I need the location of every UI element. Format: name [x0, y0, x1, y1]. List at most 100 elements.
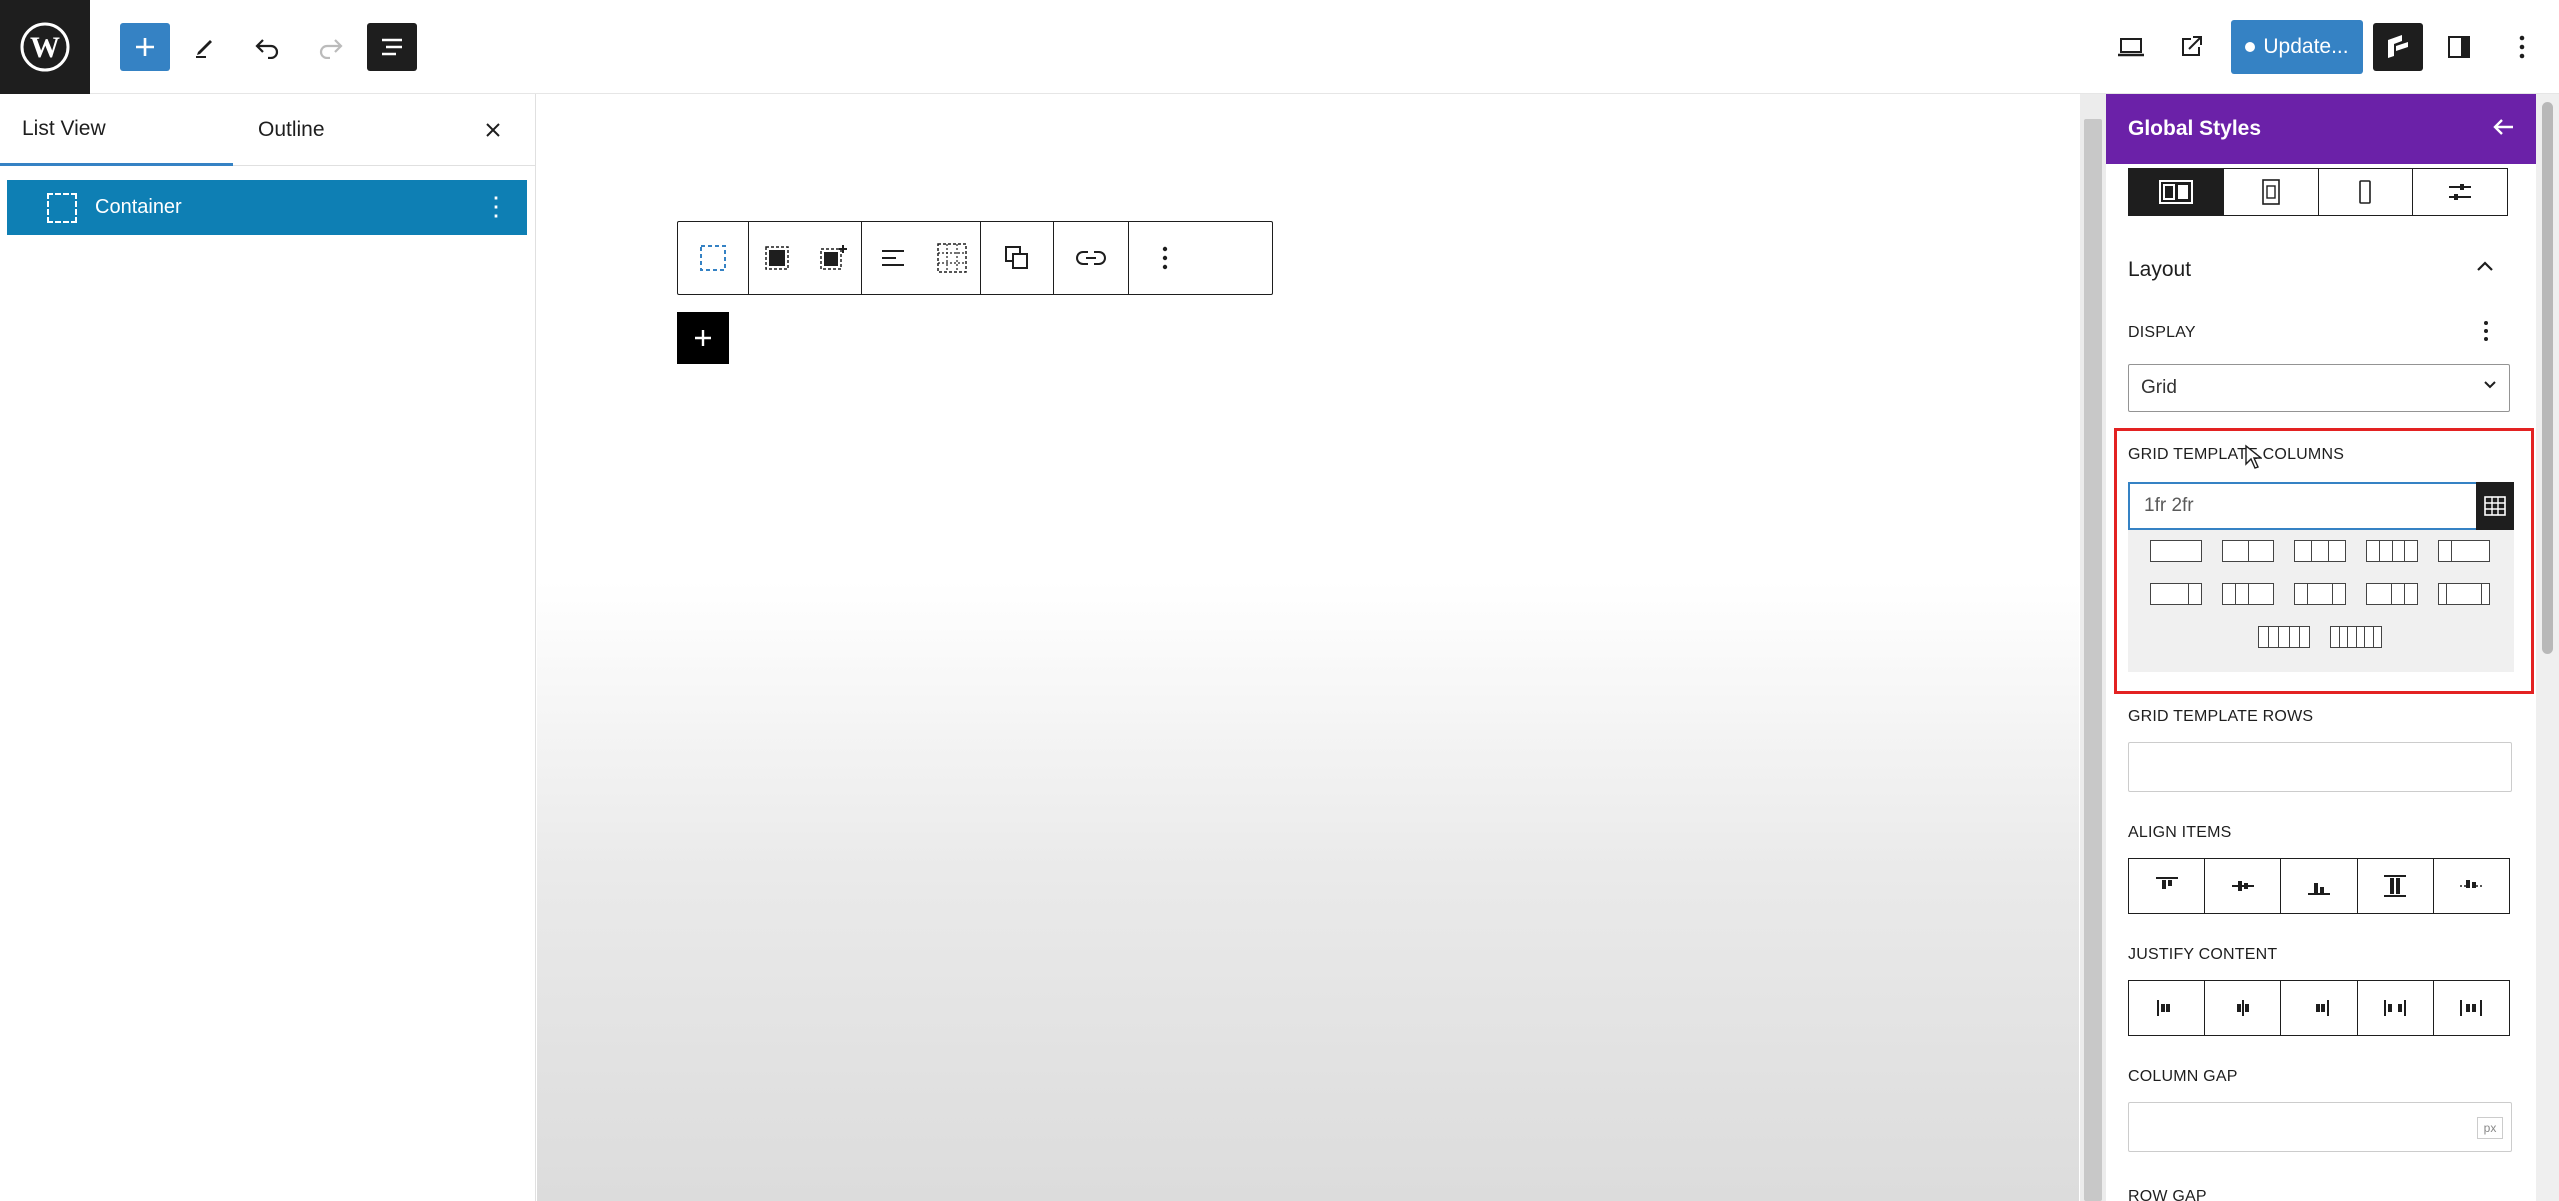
align-center-icon[interactable]: [2205, 859, 2282, 913]
display-value: Grid: [2141, 377, 2177, 398]
list-item-label: Container: [95, 196, 182, 218]
grid-template-columns-input[interactable]: 1fr 2fr: [2128, 482, 2476, 530]
preset-6-columns[interactable]: [2330, 626, 2382, 648]
canvas-scrollbar[interactable]: [2080, 94, 2106, 1201]
display-label: DISPLAY: [2128, 324, 2196, 341]
tab-layout-icon[interactable]: [2129, 169, 2224, 215]
panel-title: Global Styles: [2128, 117, 2262, 140]
preset-4-columns[interactable]: [2366, 540, 2418, 562]
link-icon[interactable]: [1054, 222, 1128, 294]
top-toolbar: W Update...: [0, 0, 2559, 94]
column-gap-input[interactable]: px: [2128, 1102, 2512, 1152]
display-select[interactable]: Grid: [2128, 364, 2510, 412]
preview-device-icon[interactable]: [2110, 26, 2152, 68]
redo-icon[interactable]: [305, 23, 355, 71]
display-options-icon[interactable]: [2482, 320, 2490, 349]
align-baseline-icon[interactable]: [2434, 859, 2509, 913]
preset-2-columns[interactable]: [2222, 540, 2274, 562]
preset-2-1-1-columns[interactable]: [2294, 583, 2346, 605]
list-view-tabs: List View Outline: [0, 94, 535, 166]
preset-5-columns[interactable]: [2258, 626, 2310, 648]
panel-header: Global Styles: [2106, 94, 2536, 164]
preset-sidebar-columns[interactable]: [2438, 583, 2490, 605]
preset-1-1-2-columns[interactable]: [2366, 583, 2418, 605]
options-kebab-icon[interactable]: [2504, 26, 2540, 68]
tab-outline[interactable]: Outline: [258, 94, 325, 166]
plugin-logo-icon[interactable]: [2373, 23, 2423, 71]
copy-group: [981, 222, 1054, 294]
grid-column-presets: [2128, 530, 2514, 672]
grid-template-columns-label: GRID TEMPLATE COLUMNS: [2128, 446, 2345, 463]
grid-presets-icon[interactable]: [2476, 482, 2514, 530]
align-end-icon[interactable]: [2281, 859, 2358, 913]
grid-template-rows-input[interactable]: [2128, 742, 2512, 792]
tab-mobile-icon[interactable]: [2319, 169, 2414, 215]
global-styles-panel: Global Styles Layout DISPLAY Grid GRID T…: [2106, 94, 2559, 1201]
duplicate-icon[interactable]: [981, 222, 1053, 294]
preset-3-columns[interactable]: [2294, 540, 2346, 562]
justify-center-icon[interactable]: [2205, 981, 2282, 1035]
add-block-button[interactable]: [120, 23, 170, 71]
update-button[interactable]: Update...: [2231, 20, 2363, 74]
justify-space-between-icon[interactable]: [2358, 981, 2434, 1035]
update-label: Update...: [2263, 35, 2349, 58]
back-arrow-icon[interactable]: [2492, 114, 2516, 145]
block-inserter-button[interactable]: [677, 312, 729, 364]
document-overview-icon[interactable]: [367, 23, 417, 71]
align-stretch-icon[interactable]: [2358, 859, 2434, 913]
preset-1-3-columns[interactable]: [2438, 540, 2490, 562]
scrollbar-thumb[interactable]: [2542, 102, 2553, 654]
row-gap-label: ROW GAP: [2128, 1188, 2207, 1201]
justify-space-around-icon[interactable]: [2434, 981, 2509, 1035]
preset-1-2-1-columns[interactable]: [2222, 583, 2274, 605]
alignment-group: [862, 222, 981, 294]
chevron-up-icon[interactable]: [2476, 252, 2494, 278]
tab-label: Outline: [258, 118, 325, 141]
justify-content-label: JUSTIFY CONTENT: [2128, 946, 2278, 963]
container-block-icon: [47, 192, 77, 223]
mouse-cursor-icon: [2244, 444, 2263, 475]
layout-section-title[interactable]: Layout: [2128, 258, 2191, 282]
panel-scrollbar[interactable]: [2536, 94, 2559, 1201]
preset-3-1-columns[interactable]: [2150, 583, 2202, 605]
external-link-icon[interactable]: [2170, 26, 2212, 68]
chevron-down-icon: [2483, 377, 2497, 395]
close-icon[interactable]: [479, 116, 507, 144]
svg-text:W: W: [30, 31, 60, 64]
unit-selector[interactable]: px: [2477, 1117, 2503, 1139]
grid-layout-icon[interactable]: [924, 222, 980, 294]
unsaved-dot-icon: [2245, 42, 2256, 52]
wordpress-logo-icon[interactable]: W: [0, 0, 90, 94]
preset-1-column[interactable]: [2150, 540, 2202, 562]
align-left-icon[interactable]: [862, 222, 924, 294]
justify-end-icon[interactable]: [2281, 981, 2358, 1035]
tab-settings-sliders-icon[interactable]: [2413, 169, 2507, 215]
select-parent-icon[interactable]: [749, 222, 805, 294]
justify-start-icon[interactable]: [2129, 981, 2206, 1035]
undo-icon[interactable]: [243, 23, 293, 71]
editor-canvas[interactable]: [537, 94, 2079, 1201]
grid-template-columns-value: 1fr 2fr: [2144, 495, 2194, 516]
link-group: [1054, 222, 1129, 294]
tab-label: List View: [22, 116, 106, 140]
tab-list-view[interactable]: List View: [0, 94, 233, 166]
grid-template-rows-label: GRID TEMPLATE ROWS: [2128, 708, 2314, 725]
block-toolbar: [677, 221, 1273, 295]
container-block-icon[interactable]: [678, 222, 748, 294]
column-gap-label: COLUMN GAP: [2128, 1068, 2238, 1085]
list-item-container[interactable]: Container ⋮: [7, 180, 527, 235]
more-group: [1129, 222, 1201, 294]
block-type-group: [678, 222, 749, 294]
block-options-icon[interactable]: [1129, 222, 1201, 294]
add-inner-block-icon[interactable]: [805, 222, 861, 294]
list-view-panel: List View Outline Container ⋮: [0, 94, 536, 1201]
align-items-label: ALIGN ITEMS: [2128, 824, 2232, 841]
sidebar-toggle-icon[interactable]: [2438, 26, 2480, 68]
align-start-icon[interactable]: [2129, 859, 2206, 913]
scrollbar-thumb[interactable]: [2084, 119, 2102, 1201]
pencil-icon[interactable]: [180, 23, 230, 71]
tab-tablet-icon[interactable]: [2224, 169, 2319, 215]
item-options-icon[interactable]: ⋮: [483, 192, 509, 220]
justify-content-group: [2128, 980, 2510, 1036]
style-tabs: [2128, 168, 2508, 216]
